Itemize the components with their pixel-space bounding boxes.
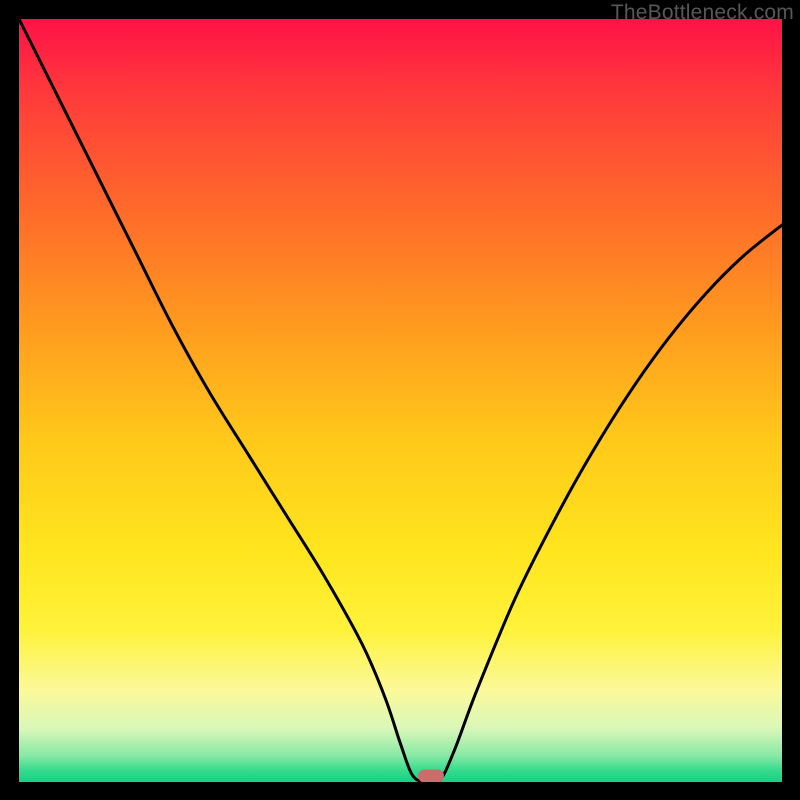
plot-area (19, 19, 782, 782)
trough-marker (418, 770, 444, 783)
bottleneck-curve (19, 19, 782, 782)
